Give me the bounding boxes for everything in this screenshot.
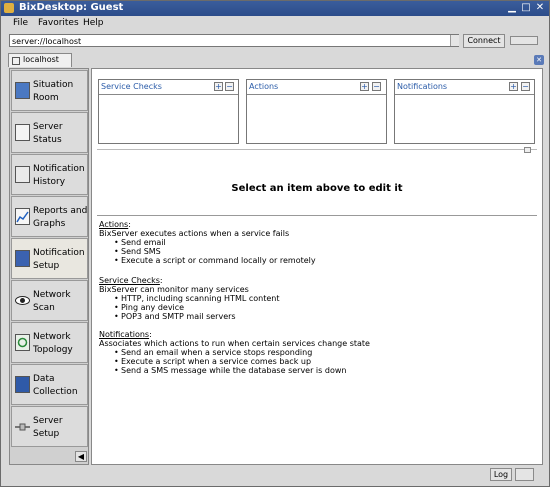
window-title: BixDesktop: Guest	[19, 2, 124, 13]
help-description: BixServer executes actions when a servic…	[99, 229, 290, 238]
help-notifications: Notifications: Associates which actions …	[99, 330, 370, 375]
close-icon[interactable]: ✕	[534, 2, 546, 14]
sidebar-item-server-status[interactable]: Server Status	[11, 112, 88, 153]
remove-action-button[interactable]: −	[372, 82, 381, 91]
help-description: BixServer can monitor many services	[99, 285, 249, 294]
menu-bar: File Favorites Help	[1, 16, 549, 30]
panel-title: Actions	[249, 82, 279, 91]
status-indicator-icon	[515, 468, 534, 481]
tab-close-icon[interactable]: ✕	[534, 55, 544, 65]
sidebar-item-label: Server Status	[33, 122, 63, 145]
app-icon	[4, 3, 14, 13]
connect-button[interactable]: Connect	[463, 34, 505, 48]
log-button[interactable]: Log	[490, 468, 512, 481]
panel-title: Notifications	[397, 82, 448, 91]
sidebar-item-label: Data Collection	[33, 374, 78, 397]
help-description: Associates which actions to run when cer…	[99, 339, 370, 348]
tab-icon	[12, 57, 20, 65]
service-checks-panel[interactable]: Service Checks + −	[98, 79, 239, 144]
sidebar-item-notification-setup[interactable]: Notification Setup	[11, 238, 88, 279]
help-bullet: Send a SMS message while the database se…	[99, 366, 370, 375]
connection-indicator	[510, 36, 538, 45]
help-bullet: Send email	[99, 238, 316, 247]
notifications-panel[interactable]: Notifications + −	[394, 79, 535, 144]
help-bullet: Execute a script or command locally or r…	[99, 256, 316, 265]
sidebar-item-label: Notification Setup	[33, 248, 85, 271]
help-divider	[97, 215, 537, 216]
help-actions: Actions: BixServer executes actions when…	[99, 220, 316, 265]
address-input[interactable]: server://localhost	[9, 34, 459, 47]
sidebar-item-label: Reports and Graphs	[33, 206, 88, 229]
help-heading: Notifications	[99, 330, 150, 339]
network-plug-icon	[15, 418, 30, 435]
book-icon	[15, 376, 30, 393]
topology-icon	[15, 334, 30, 351]
minimize-icon[interactable]: ▁	[506, 2, 518, 14]
panel-header: Actions + −	[247, 80, 386, 95]
menu-file[interactable]: File	[13, 18, 28, 28]
help-heading: Actions	[99, 220, 129, 229]
panel-header: Notifications + −	[395, 80, 534, 95]
tab-label: localhost	[23, 55, 59, 64]
sidebar-item-network-scan[interactable]: Network Scan	[11, 280, 88, 321]
monitor-icon	[15, 82, 30, 99]
sidebar-item-situation-room[interactable]: Situation Room	[11, 70, 88, 111]
help-service-checks: Service Checks: BixServer can monitor ma…	[99, 276, 280, 321]
sidebar-item-label: Server Setup	[33, 416, 63, 439]
panel-title: Service Checks	[101, 82, 162, 91]
menu-help[interactable]: Help	[83, 18, 104, 28]
checklist-icon	[15, 124, 30, 141]
help-heading: Service Checks	[99, 276, 160, 285]
help-bullet: Ping any device	[99, 303, 280, 312]
notification-setup-icon	[15, 250, 30, 267]
split-handle[interactable]	[524, 147, 531, 153]
documents-icon	[15, 166, 30, 183]
sidebar: Situation Room Server Status Notificatio…	[9, 68, 89, 465]
eye-icon	[15, 292, 30, 309]
status-bar: Log	[1, 466, 549, 486]
editor-prompt: Select an item above to edit it	[231, 183, 403, 194]
address-dropdown-button[interactable]	[450, 35, 459, 46]
help-bullet: Execute a script when a service comes ba…	[99, 357, 370, 366]
tab-bar: localhost ✕	[1, 53, 549, 67]
application-window: BixDesktop: Guest ▁ □ ✕ File Favorites H…	[0, 0, 550, 487]
sidebar-item-label: Situation Room	[33, 80, 74, 103]
sidebar-item-label: Notification History	[33, 164, 85, 187]
sidebar-item-server-setup[interactable]: Server Setup	[11, 406, 88, 447]
remove-service-check-button[interactable]: −	[225, 82, 234, 91]
add-notification-button[interactable]: +	[509, 82, 518, 91]
main-content: Service Checks + − Actions + − Notificat…	[91, 68, 543, 465]
sidebar-item-notification-history[interactable]: Notification History	[11, 154, 88, 195]
tab-localhost[interactable]: localhost	[8, 53, 72, 67]
split-divider[interactable]	[97, 149, 537, 150]
help-bullet: Send an email when a service stops respo…	[99, 348, 370, 357]
sidebar-item-network-topology[interactable]: Network Topology	[11, 322, 88, 363]
sidebar-item-label: Network Scan	[33, 290, 71, 313]
help-bullet: Send SMS	[99, 247, 316, 256]
sidebar-item-reports-and-graphs[interactable]: Reports and Graphs	[11, 196, 88, 237]
help-bullet: POP3 and SMTP mail servers	[99, 312, 280, 321]
add-action-button[interactable]: +	[360, 82, 369, 91]
help-bullet: HTTP, including scanning HTML content	[99, 294, 280, 303]
add-service-check-button[interactable]: +	[214, 82, 223, 91]
maximize-icon[interactable]: □	[520, 2, 532, 14]
actions-panel[interactable]: Actions + −	[246, 79, 387, 144]
collapse-arrow-icon[interactable]: ◀	[75, 451, 87, 462]
graph-icon	[15, 208, 30, 225]
address-bar: server://localhost Connect	[1, 32, 549, 52]
sidebar-footer: ◀	[11, 450, 88, 464]
sidebar-item-label: Network Topology	[33, 332, 73, 355]
panel-header: Service Checks + −	[99, 80, 238, 95]
sidebar-item-data-collection[interactable]: Data Collection	[11, 364, 88, 405]
menu-favorites[interactable]: Favorites	[38, 18, 79, 28]
title-bar[interactable]: BixDesktop: Guest ▁ □ ✕	[1, 1, 549, 16]
remove-notification-button[interactable]: −	[521, 82, 530, 91]
